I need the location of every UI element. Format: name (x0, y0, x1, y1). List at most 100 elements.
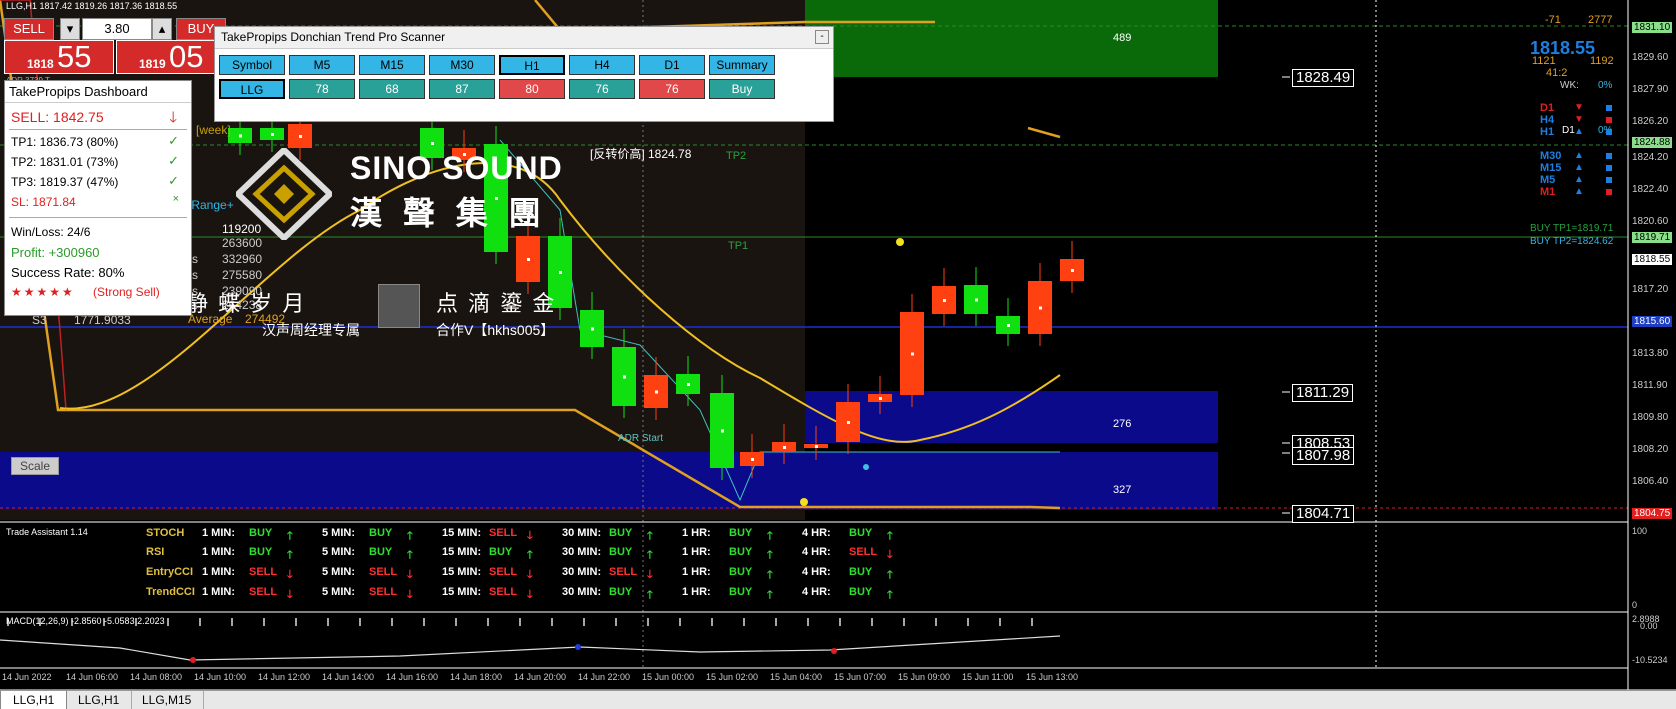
arrow-up-icon: ▲ (1574, 126, 1584, 137)
candle-dot (527, 258, 530, 261)
yellow-signal-dot (896, 238, 904, 246)
scanner-header-m30[interactable]: M30 (429, 55, 495, 75)
time-tick: 14 Jun 06:00 (66, 672, 119, 682)
brand-name-cn: 漢 聲 集 團 (350, 195, 547, 231)
scanner-value-m30[interactable]: 87 (429, 79, 495, 99)
time-tick: 14 Jun 16:00 (386, 672, 439, 682)
scanner-header-m5[interactable]: M5 (289, 55, 355, 75)
right-d1-label: D1 (1562, 125, 1575, 136)
adr-start-label: ADR Start (618, 433, 664, 444)
ta-signal: BUY (729, 586, 753, 598)
scanner-header-h1[interactable]: H1 (499, 55, 565, 75)
ta-signal: SELL (369, 566, 398, 578)
scanner-header-h4[interactable]: H4 (569, 55, 635, 75)
candle-dot (299, 135, 302, 138)
signal-square-icon (1606, 189, 1612, 195)
tf-label-m1: M1 (1540, 186, 1556, 198)
ta-signal: BUY (849, 566, 873, 578)
ta-timeframe-label: 30 MIN: (562, 527, 602, 539)
cyan-signal-dot (863, 464, 869, 470)
arrow-up-icon: 🡑 (767, 589, 773, 601)
scanner-header-summary[interactable]: Summary (709, 55, 775, 75)
arrow-up-icon: 🡑 (767, 569, 773, 581)
price-tick: 1818.55 (1632, 254, 1672, 265)
candle-dot (431, 142, 434, 145)
arrow-up-icon: ▲ (1574, 162, 1584, 173)
buy-price-box[interactable]: 1819 05 (116, 39, 226, 74)
ta-signal: BUY (249, 546, 273, 558)
scanner-value-h4[interactable]: 76 (569, 79, 635, 99)
time-tick: 15 Jun 00:00 (642, 672, 695, 682)
ta-timeframe-label: 5 MIN: (322, 586, 355, 598)
ta-timeframe-label: 15 MIN: (442, 527, 482, 539)
right-wk: WK: (1560, 80, 1579, 91)
signal-square-icon (1606, 153, 1612, 159)
candle-dot (721, 429, 724, 433)
tf-label-d1: D1 (1540, 102, 1555, 114)
macd-axis-bottom: -10.5234 (1632, 655, 1668, 665)
tab-llg-h1[interactable]: LLG,H1 (0, 691, 68, 709)
lot-size-input[interactable]: 3.80 (82, 18, 152, 40)
tab-llg-m15[interactable]: LLG,M15 (130, 691, 205, 709)
ta-row-label: EntryCCI (146, 566, 194, 578)
ta-signal: SELL (249, 566, 278, 578)
arrow-down-icon: 🡓 (887, 549, 893, 561)
box-value-3: 327 (1113, 484, 1132, 496)
check-icon: ✓ (168, 133, 179, 148)
ta-timeframe-label: 1 HR: (682, 546, 711, 558)
arrow-up-icon: 🡑 (887, 589, 893, 601)
tf-label-m15: M15 (1540, 162, 1562, 174)
ta-timeframe-label: 1 HR: (682, 527, 711, 539)
minimize-button[interactable]: - (815, 30, 829, 44)
scanner-value-symbol[interactable]: LLG (219, 79, 285, 99)
check-icon: ✓ (168, 173, 179, 188)
price-tick: 1831.10 (1632, 22, 1672, 33)
cross-icon: × (172, 193, 179, 205)
candle-dot (687, 383, 690, 386)
tab-llg-h1-2[interactable]: LLG,H1 (66, 691, 133, 709)
ta-signal: BUY (729, 527, 753, 539)
scanner-header-d1[interactable]: D1 (639, 55, 705, 75)
dashboard-success-rate: Success Rate: 80% (11, 265, 125, 280)
time-tick: 14 Jun 08:00 (130, 672, 183, 682)
time-tick: 15 Jun 11:00 (962, 672, 1014, 682)
time-tick: 15 Jun 09:00 (898, 672, 951, 682)
scanner-header-m15[interactable]: M15 (359, 55, 425, 75)
candle-dot (911, 352, 914, 356)
chart-tabs: LLG,H1 LLG,H1 LLG,M15 (0, 690, 1676, 709)
scanner-value-m15[interactable]: 68 (359, 79, 425, 99)
day-value-4: 275580 (222, 268, 263, 282)
dashboard-sell: SELL: 1842.75 (11, 109, 104, 125)
scanner-header-symbol[interactable]: Symbol (219, 55, 285, 75)
scanner-value-h1[interactable]: 80 (499, 79, 565, 99)
ta-timeframe-label: 5 MIN: (322, 527, 355, 539)
right-top-right: 2777 (1588, 14, 1613, 26)
manager-text: 汉声周经理专属 (262, 322, 360, 338)
lot-increase-button[interactable]: ▴ (152, 18, 172, 40)
scanner-value-m5[interactable]: 78 (289, 79, 355, 99)
dashboard-tp1: TP1: 1836.73 (80%) (11, 135, 119, 149)
ta-signal: BUY (369, 527, 393, 539)
scanner-value-summary[interactable]: Buy (709, 79, 775, 99)
time-tick: 14 Jun 10:00 (194, 672, 247, 682)
tf-label-h1: H1 (1540, 126, 1555, 138)
candle-dot (655, 390, 658, 394)
time-tick: 14 Jun 2022 (2, 672, 52, 682)
arrow-up-icon: 🡑 (287, 530, 293, 542)
ta-signal: BUY (369, 546, 393, 558)
buy-price-prefix: 1819 (139, 57, 166, 71)
price-tick: 1827.90 (1632, 84, 1669, 95)
signal-square-icon (1606, 129, 1612, 135)
scale-button[interactable]: Scale (11, 457, 59, 475)
sell-price-box[interactable]: 1818 55 (4, 39, 114, 74)
ta-timeframe-label: 30 MIN: (562, 546, 602, 558)
sell-button[interactable]: SELL (4, 18, 54, 40)
ta-row-label: RSI (146, 546, 165, 558)
ta-row-label: TrendCCI (146, 586, 195, 598)
candle-dot (975, 298, 978, 302)
time-tick: 15 Jun 02:00 (706, 672, 759, 682)
scanner-value-d1[interactable]: 76 (639, 79, 705, 99)
ta-signal: BUY (609, 586, 633, 598)
candle-dot (623, 375, 626, 379)
lot-decrease-button[interactable]: ▾ (60, 18, 80, 40)
